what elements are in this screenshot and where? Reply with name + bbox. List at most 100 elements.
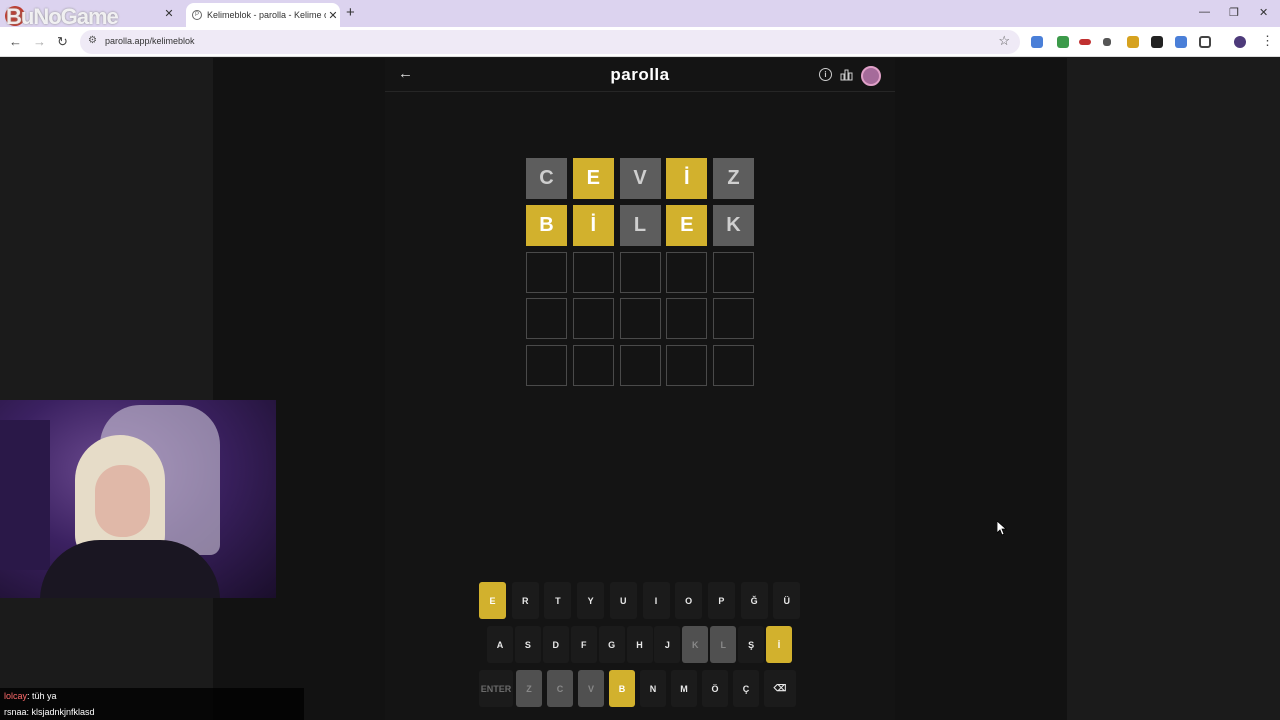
key-d[interactable]: D [542,626,569,663]
key-e[interactable]: E [479,582,506,619]
info-icon[interactable]: i [819,68,832,81]
enter-key[interactable]: ENTER [479,670,513,707]
chat-message: : klsjadnkjnfklasd [26,707,95,717]
key-b[interactable]: B [609,670,635,707]
empty-tile [572,251,614,293]
right-gutter [1067,58,1280,720]
chat-username: lolcay [4,691,28,701]
letter-tile: L [619,204,661,246]
extension-small-icon[interactable] [1103,38,1111,46]
tab-active[interactable]: P Kelimeblok - parolla - Kelime o ✕ [186,3,340,27]
letter-tile: K [713,204,754,246]
left-panel [213,58,385,720]
letter-tile: İ [572,204,614,246]
empty-tile [619,251,661,293]
close-window-icon[interactable]: ✕ [1259,6,1268,19]
key-ş[interactable]: Ş [738,626,765,663]
game-app: ← parolla i CEVİZBİLEK ERTYUIOPĞÜASDFGHJ… [385,58,895,720]
key-o[interactable]: O [675,582,703,619]
key-h[interactable]: H [626,626,653,663]
chat-message: : tüh ya [27,691,57,701]
key-v[interactable]: V [578,670,604,707]
tab-first[interactable]: BuNoGame ✕ [0,3,180,29]
key-f[interactable]: F [570,626,597,663]
empty-tile [526,298,567,340]
url-text[interactable]: parolla.app/kelimeblok [105,36,195,46]
extension-black-icon[interactable] [1151,36,1163,48]
back-nav-icon[interactable]: ← [9,34,22,49]
browser-toolbar: ← → ↻ ⚙ parolla.app/kelimeblok ☆ ⋮ [0,27,1280,57]
minimize-icon[interactable]: — [1199,6,1210,18]
reload-icon[interactable]: ↻ [57,34,68,50]
extension-blue-icon[interactable] [1175,36,1187,48]
forward-nav-icon[interactable]: → [33,34,46,49]
extension-green-icon[interactable] [1057,36,1069,48]
empty-tile [619,298,661,340]
parolla-favicon-icon: P [192,10,202,20]
extensions-puzzle-icon[interactable] [1199,36,1211,48]
restore-icon[interactable]: ❐ [1229,6,1239,19]
tab-title: Kelimeblok - parolla - Kelime o [207,10,326,20]
game-header: ← parolla i [385,58,895,92]
letter-tile: İ [666,158,708,199]
key-l[interactable]: L [710,626,737,663]
empty-tile [666,251,708,293]
page-content: ← parolla i CEVİZBİLEK ERTYUIOPĞÜASDFGHJ… [0,58,1280,720]
extension-yellow-icon[interactable] [1127,36,1139,48]
menu-kebab-icon[interactable]: ⋮ [1261,33,1274,49]
empty-tile [526,251,567,293]
empty-tile [619,345,661,386]
empty-tile [572,345,614,386]
backspace-icon[interactable]: ⌫ [764,670,796,707]
right-panel [895,58,1067,720]
close-tab-icon[interactable]: ✕ [326,9,340,22]
key-ü[interactable]: Ü [773,582,801,619]
key-a[interactable]: A [487,626,513,663]
key-s[interactable]: S [514,626,541,663]
key-ç[interactable]: Ç [733,670,759,707]
key-k[interactable]: K [682,626,709,663]
empty-tile [666,345,708,386]
empty-tile [666,298,708,340]
letter-tile: B [526,204,567,246]
letter-tile: E [572,158,614,199]
bookmark-star-icon[interactable]: ☆ [998,33,1010,49]
key-y[interactable]: Y [577,582,605,619]
empty-tile [713,251,754,293]
translate-extension-icon[interactable] [1031,36,1043,48]
letter-tile: E [666,204,708,246]
key-t[interactable]: T [544,582,572,619]
key-r[interactable]: R [511,582,539,619]
new-tab-icon[interactable]: + [346,4,355,21]
empty-tile [572,298,614,340]
address-bar[interactable]: ⚙ parolla.app/kelimeblok ☆ [80,30,1020,54]
key-i[interactable]: I [642,582,670,619]
letter-tile: Z [713,158,754,199]
key-u[interactable]: U [609,582,637,619]
key-m[interactable]: M [671,670,697,707]
key-c[interactable]: C [547,670,573,707]
empty-tile [713,298,754,340]
user-avatar[interactable] [861,66,881,86]
key-j[interactable]: J [654,626,681,663]
close-tab-icon[interactable]: ✕ [162,7,176,20]
stats-chart-icon[interactable] [840,68,853,81]
key-ö[interactable]: Ö [702,670,728,707]
extension-red-icon[interactable] [1079,39,1091,45]
key-p[interactable]: P [707,582,735,619]
background-shelf [0,420,50,570]
key-g[interactable]: G [598,626,625,663]
key-ğ[interactable]: Ğ [740,582,768,619]
chat-username: rsnaa [4,707,27,717]
webcam-overlay [0,400,276,598]
key-z[interactable]: Z [516,670,542,707]
profile-avatar-icon[interactable] [1234,36,1246,48]
site-info-icon[interactable]: ⚙ [88,35,97,46]
letter-tile: V [619,158,661,199]
letter-tile: C [526,158,567,199]
key-i̇[interactable]: İ [766,626,792,663]
streamer-face [95,465,150,537]
key-n[interactable]: N [640,670,666,707]
left-gutter [0,58,213,720]
empty-tile [526,345,567,386]
